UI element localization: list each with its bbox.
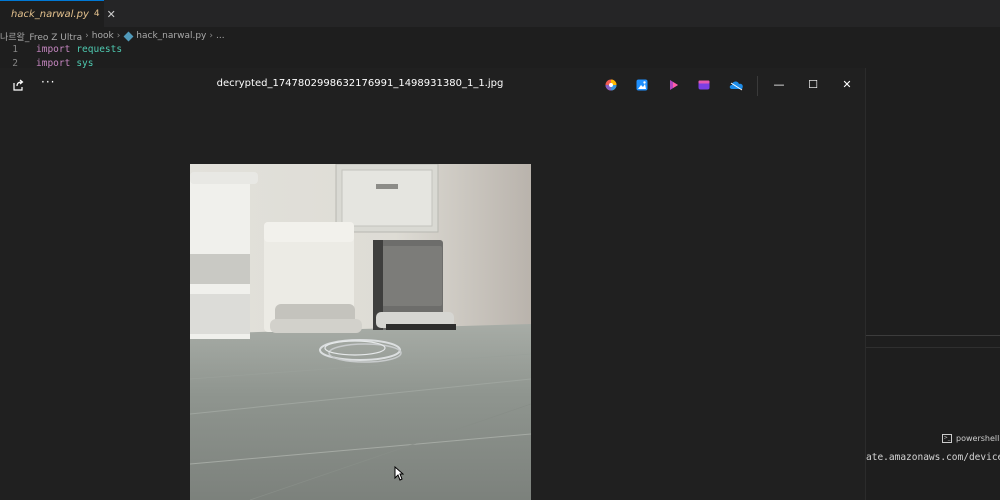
- maximize-button[interactable]: ☐: [802, 76, 824, 94]
- breadcrumb-file[interactable]: hack_narwal.py: [136, 31, 206, 41]
- editor-tab[interactable]: hack_narwal.py 4 ✕: [0, 0, 116, 27]
- code-editor[interactable]: 1 import requests 2 import sys: [0, 42, 122, 70]
- line-number: 2: [12, 57, 18, 69]
- breadcrumb-folder[interactable]: 나르왈_Freo Z Ultra: [0, 30, 82, 43]
- photo-viewer-window: ··· decrypted_1747802998632176991_149893…: [0, 68, 866, 500]
- terminal-output: ate.amazonaws.com/device/vi: [866, 452, 1000, 463]
- photos-editor-icon[interactable]: [636, 79, 648, 91]
- minimize-button[interactable]: —: [768, 76, 790, 94]
- close-icon[interactable]: ✕: [107, 8, 116, 21]
- line-number: 1: [12, 43, 18, 55]
- code-keyword: import: [36, 57, 71, 69]
- viewer-title-bar: ··· decrypted_1747802998632176991_149893…: [0, 68, 866, 104]
- code-keyword: import: [36, 43, 71, 55]
- code-module: requests: [76, 43, 123, 55]
- mouse-cursor-icon: [394, 466, 404, 481]
- breadcrumb: 나르왈_Freo Z Ultra › hook › hack_narwal.py…: [0, 29, 225, 43]
- clipchamp-icon[interactable]: [668, 79, 680, 91]
- copilot-icon[interactable]: [605, 79, 617, 91]
- chevron-right-icon: ›: [85, 31, 89, 41]
- editor-tab-bar: hack_narwal.py 4 ✕: [0, 0, 1000, 27]
- chevron-right-icon: ›: [209, 31, 213, 41]
- tab-filename: hack_narwal.py: [11, 8, 89, 20]
- panel-divider: [866, 347, 1000, 348]
- chevron-right-icon: ›: [116, 31, 121, 41]
- close-button[interactable]: ✕: [836, 76, 858, 94]
- code-module: sys: [76, 57, 94, 69]
- designer-icon[interactable]: [698, 79, 710, 91]
- title-bar-divider: [757, 76, 758, 96]
- code-line: 1 import requests: [0, 42, 122, 56]
- onedrive-icon[interactable]: [729, 79, 744, 91]
- problems-count: 4: [93, 9, 100, 19]
- python-file-icon: [123, 31, 134, 41]
- displayed-photo: [190, 164, 531, 500]
- breadcrumb-subfolder[interactable]: hook: [92, 31, 114, 41]
- terminal-icon: >_: [942, 434, 952, 443]
- terminal-tab-label: powershell: [956, 434, 1000, 443]
- panel-divider: [866, 335, 1000, 336]
- breadcrumb-more[interactable]: ...: [216, 31, 225, 41]
- terminal-tab-powershell[interactable]: >_ powershell: [942, 434, 999, 443]
